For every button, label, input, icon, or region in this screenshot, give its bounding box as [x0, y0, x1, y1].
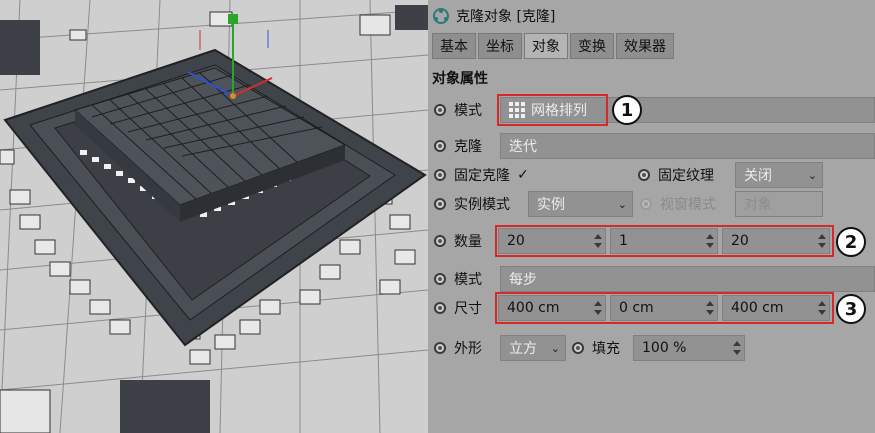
- tab-effectors[interactable]: 效果器: [616, 33, 674, 59]
- mode2-dropdown[interactable]: 每步: [500, 266, 875, 292]
- size-anim-radio[interactable]: [434, 302, 446, 314]
- callout-3: 3: [836, 294, 866, 324]
- fixed-texture-dropdown[interactable]: 关闭 ⌄: [735, 162, 823, 188]
- shape-row: 外形: [434, 334, 482, 362]
- mode2-row: 模式: [434, 265, 482, 293]
- tab-basic[interactable]: 基本: [432, 33, 476, 59]
- viewport-mode-anim-radio: [640, 198, 652, 210]
- instance-mode-dropdown[interactable]: 实例 ⌄: [528, 191, 633, 217]
- panel-title-row: 克隆对象 [克隆]: [432, 4, 555, 28]
- chevron-down-icon: ⌄: [617, 198, 627, 211]
- size-row: 尺寸: [434, 294, 482, 322]
- fixed-texture-label: 固定纹理: [658, 168, 714, 184]
- panel-title: 克隆对象 [克隆]: [456, 9, 556, 25]
- count-label: 数量: [454, 234, 482, 250]
- dark-block: [0, 20, 40, 75]
- instance-mode-label: 实例模式: [454, 197, 510, 213]
- tab-coord[interactable]: 坐标: [478, 33, 522, 59]
- chevron-down-icon: ⌄: [550, 342, 560, 355]
- fixed-texture-anim-radio[interactable]: [638, 169, 650, 181]
- chip-scene: [0, 0, 428, 433]
- shape-label: 外形: [454, 341, 482, 357]
- mode2-value: 每步: [509, 272, 537, 288]
- viewport-mode-value: 对象: [744, 197, 772, 213]
- shape-dropdown[interactable]: 立方 ⌄: [500, 335, 566, 361]
- highlight-box-3: [495, 292, 834, 324]
- cloner-icon: [433, 8, 449, 24]
- viewport-3d[interactable]: [0, 0, 428, 433]
- fill-label: 填充: [592, 341, 620, 357]
- tab-transform[interactable]: 变换: [570, 33, 614, 59]
- instance-mode-value: 实例: [537, 197, 565, 213]
- count-row: 数量: [434, 227, 482, 255]
- clone-dropdown[interactable]: 迭代: [500, 133, 875, 159]
- mode-anim-radio[interactable]: [434, 104, 446, 116]
- mode2-label: 模式: [454, 272, 482, 288]
- fixed-texture-row: 固定纹理: [638, 161, 714, 189]
- clone-label: 克隆: [454, 139, 482, 155]
- size-label: 尺寸: [454, 301, 482, 317]
- viewport-mode-row: 视窗模式: [640, 190, 716, 218]
- viewport-mode-label: 视窗模式: [660, 197, 716, 213]
- highlight-box-2: [495, 225, 834, 257]
- fill-anim-radio[interactable]: [572, 342, 584, 354]
- shape-value: 立方: [509, 341, 537, 357]
- section-title: 对象属性: [432, 71, 488, 87]
- highlight-box-1: [497, 94, 608, 126]
- fill-field[interactable]: 100 %: [633, 335, 745, 361]
- count-anim-radio[interactable]: [434, 235, 446, 247]
- mode-label: 模式: [454, 103, 482, 119]
- fixed-texture-value: 关闭: [744, 168, 772, 184]
- fixed-clone-row: 固定克隆 ✓: [434, 161, 530, 189]
- mode2-anim-radio[interactable]: [434, 273, 446, 285]
- instance-mode-anim-radio[interactable]: [434, 198, 446, 210]
- stepper-icon[interactable]: [733, 340, 741, 356]
- fixed-clone-checkbox[interactable]: ✓: [516, 167, 530, 183]
- chevron-down-icon: ⌄: [807, 169, 817, 182]
- instance-mode-row: 实例模式: [434, 190, 510, 218]
- fill-row: 填充: [572, 334, 620, 362]
- attribute-panel: 克隆对象 [克隆] 基本 坐标 对象 变换 效果器 对象属性 模式 网格排列 1…: [428, 0, 875, 433]
- tab-bar: 基本 坐标 对象 变换 效果器: [432, 33, 674, 59]
- fill-value: 100 %: [642, 340, 687, 356]
- callout-2: 2: [836, 227, 866, 257]
- fixed-clone-anim-radio[interactable]: [434, 169, 446, 181]
- tab-object[interactable]: 对象: [524, 33, 568, 59]
- clone-value: 迭代: [509, 139, 537, 155]
- callout-1: 1: [612, 95, 642, 125]
- fixed-clone-label: 固定克隆: [454, 168, 510, 184]
- shape-anim-radio[interactable]: [434, 342, 446, 354]
- clone-row: 克隆: [434, 132, 482, 160]
- clone-anim-radio[interactable]: [434, 140, 446, 152]
- mode-row: 模式: [434, 96, 482, 124]
- viewport-mode-dropdown: 对象: [735, 191, 823, 217]
